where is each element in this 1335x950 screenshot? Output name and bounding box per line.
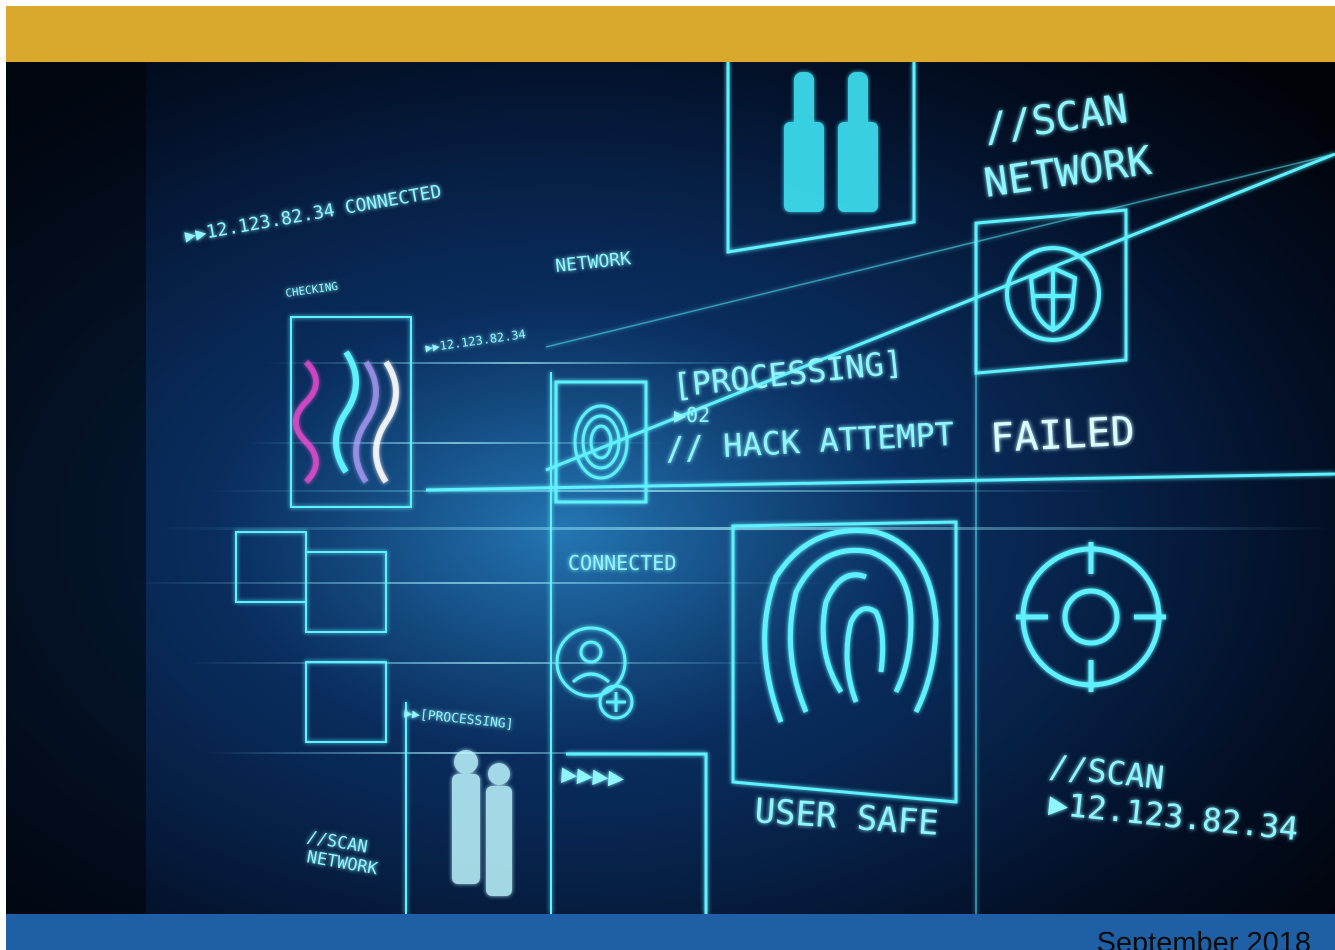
report-cover: //SCAN NETWORK [PROCESSING] ▶02 // HACK … (6, 6, 1335, 950)
arrows-label: ▶▶▶▶ (561, 759, 626, 793)
code-02-label: ▶02 (674, 403, 710, 427)
report-date: September 2018 (1096, 927, 1311, 950)
hud-illustration: //SCAN NETWORK [PROCESSING] ▶02 // HACK … (6, 62, 1335, 914)
cybersecurity-hero-image: //SCAN NETWORK [PROCESSING] ▶02 // HACK … (6, 62, 1335, 914)
failed-label: FAILED (989, 408, 1136, 461)
top-gold-band (6, 6, 1335, 62)
vignette (6, 62, 146, 914)
bottom-blue-band: September 2018 (6, 914, 1335, 950)
connected-label-mid: CONNECTED (568, 551, 676, 575)
